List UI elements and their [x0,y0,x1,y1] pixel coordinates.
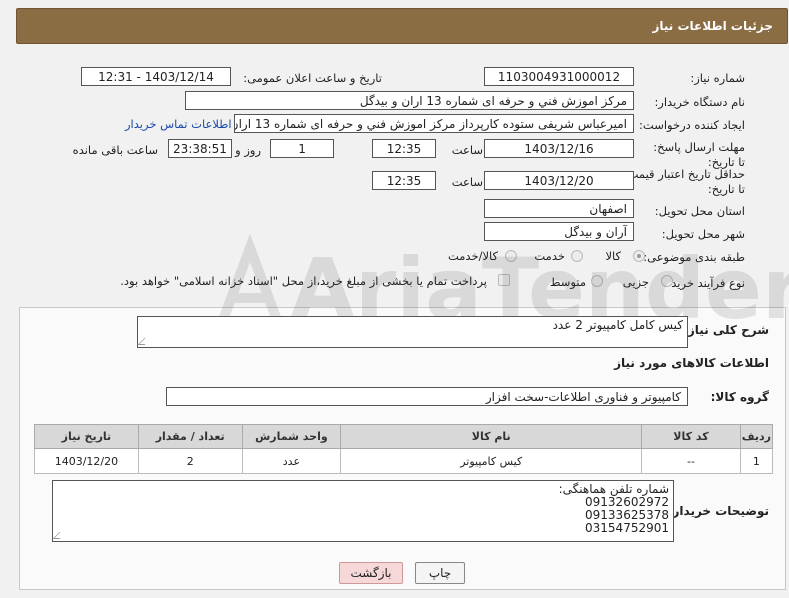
category-label: طبقه بندی موضوعی: [643,250,745,264]
resize-handle-icon[interactable] [52,532,67,539]
announce-datetime-field: 1403/12/14 - 12:31 [81,67,231,86]
page-header: جزئیات اطلاعات نیاز [16,8,788,44]
buyer-notes-label: توضیحات خریدار: [667,504,769,518]
page-title: جزئیات اطلاعات نیاز [652,19,773,33]
category-both-radio[interactable] [505,250,517,262]
goods-group-label: گروه کالا: [710,390,769,404]
description-label: شرح کلی نیاز: [683,323,769,337]
description-textarea[interactable]: کیس کامل کامپیوتر 2 عدد [137,316,688,348]
deadline-time-label: ساعت [451,143,483,157]
city-label: شهر محل تحویل: [661,227,745,241]
deadline-date-field: 1403/12/16 [484,139,634,158]
col-unit: واحد شمارش [241,424,342,449]
days-remaining-field: 1 [270,139,334,158]
back-button[interactable]: بازگشت [339,562,403,584]
category-goods-label: کالا [605,249,621,263]
process-medium-label: متوسط [549,275,586,289]
notes-line: شماره تلفن هماهنگی: [558,482,669,496]
cell-date: 1403/12/20 [34,448,139,474]
resize-handle-icon[interactable] [137,338,152,345]
cell-code: -- [641,448,741,474]
process-medium-radio[interactable] [591,275,603,287]
deadline-time-field: 12:35 [372,139,436,158]
cell-name: کیس کامپیوتر [340,448,643,474]
cell-quantity: 2 [137,448,243,474]
buyer-org-label: نام دستگاه خریدار: [654,95,745,109]
goods-info-title: اطلاعات کالاهای مورد نیاز [614,356,769,370]
validity-date-field: 1403/12/20 [484,171,634,190]
col-row: ردیف [739,424,774,449]
validity-label: حداقل تاریخ اعتبار قیمت: تا تاریخ: [623,167,745,196]
col-code: کد کالا [641,424,741,449]
cell-row: 1 [739,448,774,474]
province-field: اصفهان [484,199,634,218]
process-label: نوع فرآیند خرید : [663,276,745,290]
col-name: نام کالا [340,424,643,449]
col-quantity: تعداد / مقدار [137,424,243,449]
print-button[interactable]: چاپ [415,562,465,584]
treasury-payment-checkbox[interactable] [498,274,510,286]
remaining-label: ساعت باقی مانده [72,143,158,157]
buyer-contact-link[interactable]: اطلاعات تماس خریدار [125,117,232,131]
process-small-radio[interactable] [661,275,673,287]
cell-unit: عدد [241,448,342,474]
buyer-org-field: مرکز اموزش فني و حرفه اى شماره 13 اران و… [185,91,634,110]
creator-field: امیرعباس شریفی ستوده کارپرداز مرکز اموزش… [234,114,634,133]
province-label: استان محل تحویل: [654,204,745,218]
need-number-field: 1103004931000012 [484,67,634,86]
notes-line: 09133625378 [585,508,669,522]
day-and-label: روز و [235,143,261,157]
remaining-time-field: 23:38:51 [168,139,232,158]
category-goods-radio[interactable] [633,250,645,262]
need-number-label: شماره نیاز: [690,71,745,85]
deadline-label: مهلت ارسال پاسخ: تا تاریخ: [653,140,745,169]
category-service-label: خدمت [534,249,565,263]
buyer-notes-textarea[interactable]: شماره تلفن هماهنگی: 09132602972 09133625… [52,480,674,542]
col-date: تاریخ نیاز [34,424,139,449]
description-text: کیس کامل کامپیوتر 2 عدد [552,318,683,332]
city-field: آران و بیدگل [484,222,634,241]
creator-label: ایجاد کننده درخواست: [639,118,745,132]
goods-group-field: کامپیوتر و فناوری اطلاعات-سخت افزار [166,387,688,406]
table-row: 1 -- کیس کامپیوتر عدد 2 1403/12/20 [34,448,774,474]
goods-table: ردیف کد کالا نام کالا واحد شمارش تعداد /… [34,424,774,474]
notes-line: 09132602972 [585,495,669,509]
category-both-label: کالا/خدمت [447,249,498,263]
treasury-payment-label: پرداخت تمام یا بخشی از مبلغ خرید،از محل … [120,274,487,288]
validity-time-label: ساعت [451,175,483,189]
validity-time-field: 12:35 [372,171,436,190]
process-small-label: جزیی [622,275,649,289]
notes-line: 03154752901 [585,521,669,535]
category-service-radio[interactable] [571,250,583,262]
announce-label: تاریخ و ساعت اعلان عمومی: [243,71,382,85]
